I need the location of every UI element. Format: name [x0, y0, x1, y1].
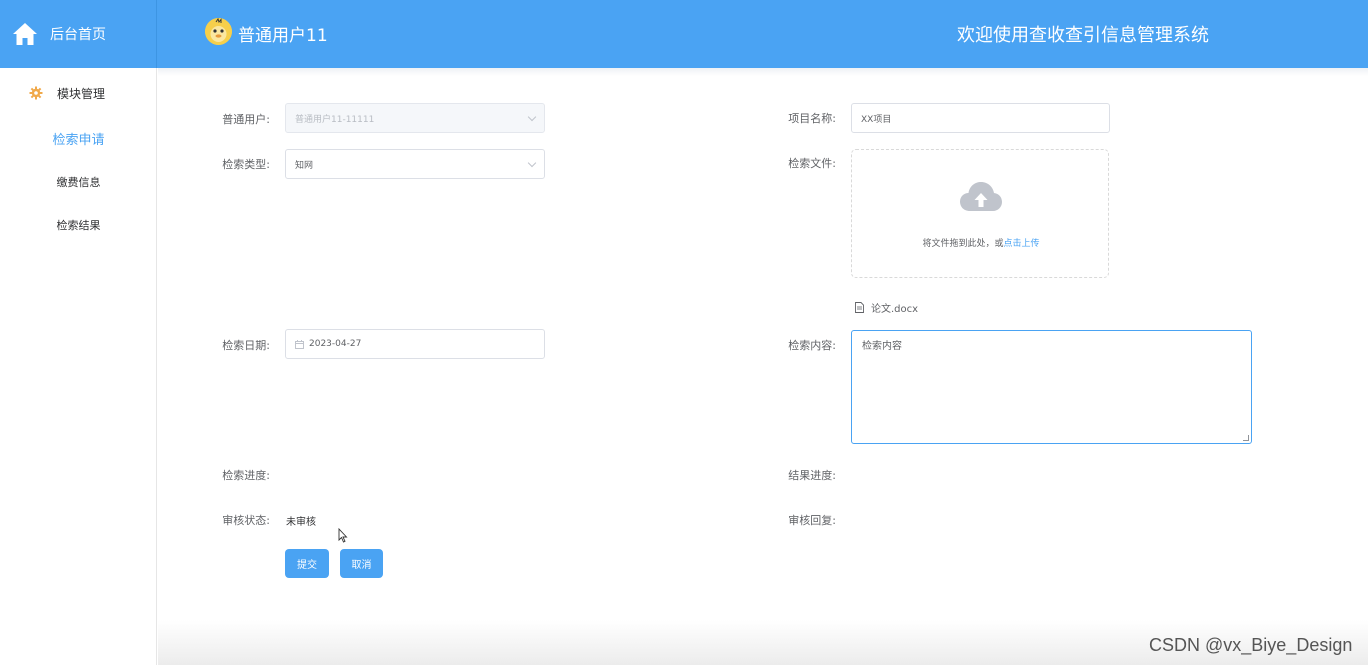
user-label: 普通用户:: [222, 113, 270, 126]
mouse-cursor-icon: [338, 528, 348, 543]
uploaded-file-item[interactable]: 论文.docx: [855, 300, 918, 315]
gear-icon: [29, 86, 43, 100]
sidebar-item-payment-info[interactable]: 缴费信息: [0, 174, 157, 190]
search-type-label: 检索类型:: [222, 158, 270, 171]
search-date-value: 2023-04-27: [309, 339, 362, 349]
system-title: 欢迎使用查收查引信息管理系统: [957, 25, 1209, 46]
search-type-value: 知网: [295, 160, 314, 171]
cancel-button[interactable]: 取消: [340, 549, 383, 578]
result-progress-label: 结果进度:: [788, 469, 836, 482]
project-name-value: XX项目: [861, 114, 892, 125]
user-select: 普通用户11-11111: [285, 103, 545, 133]
sidebar-item-search-application[interactable]: 检索申请: [0, 129, 157, 148]
top-header: 后台首页 普通用户11 欢迎使用查收查引信息管理系统: [0, 0, 1368, 68]
upload-cloud-icon: [960, 182, 1002, 211]
home-icon: [13, 23, 37, 45]
chevron-down-icon: [527, 112, 537, 122]
uploaded-file-name: 论文.docx: [871, 304, 919, 315]
search-date-label: 检索日期:: [222, 339, 270, 352]
project-name-input[interactable]: XX项目: [851, 103, 1110, 133]
search-date-picker[interactable]: 2023-04-27: [285, 329, 545, 359]
search-progress-label: 检索进度:: [222, 469, 270, 482]
home-link[interactable]: 后台首页: [0, 0, 157, 68]
sidebar-item-search-results[interactable]: 检索结果: [0, 217, 157, 233]
project-name-label: 项目名称:: [788, 112, 836, 125]
avatar-image: [205, 18, 232, 45]
watermark: CSDN @vx_Biye_Design: [1149, 635, 1353, 655]
sidebar-group-label: 模块管理: [57, 86, 106, 101]
review-status-value: 未审核: [286, 517, 316, 528]
avatar[interactable]: [205, 18, 232, 45]
search-content-label: 检索内容:: [788, 339, 836, 352]
user-select-value: 普通用户11-11111: [295, 114, 375, 125]
review-reply-label: 审核回复:: [788, 514, 836, 527]
home-label: 后台首页: [50, 27, 106, 43]
search-content-value: 检索内容: [862, 341, 902, 352]
review-status-label: 审核状态:: [222, 514, 270, 527]
calendar-icon: [295, 339, 304, 349]
resize-handle[interactable]: [1243, 435, 1249, 441]
sidebar: 模块管理 检索申请 缴费信息 检索结果: [0, 68, 157, 665]
username[interactable]: 普通用户11: [238, 21, 328, 46]
upload-hint-text: 将文件拖到此处，或: [922, 239, 1004, 249]
file-upload-dropzone[interactable]: 将文件拖到此处，或点击上传: [851, 149, 1109, 278]
submit-button[interactable]: 提交: [285, 549, 329, 578]
upload-link[interactable]: 点击上传: [1004, 239, 1040, 249]
chevron-down-icon: [527, 158, 537, 168]
document-icon: [855, 302, 864, 313]
search-type-select[interactable]: 知网: [285, 149, 545, 179]
search-file-label: 检索文件:: [788, 157, 836, 170]
content-top-shadow: [158, 68, 1368, 76]
sidebar-group-module-management[interactable]: 模块管理: [0, 80, 157, 106]
upload-hint: 将文件拖到此处，或点击上传: [852, 236, 1110, 249]
search-content-textarea[interactable]: 检索内容: [851, 330, 1252, 444]
